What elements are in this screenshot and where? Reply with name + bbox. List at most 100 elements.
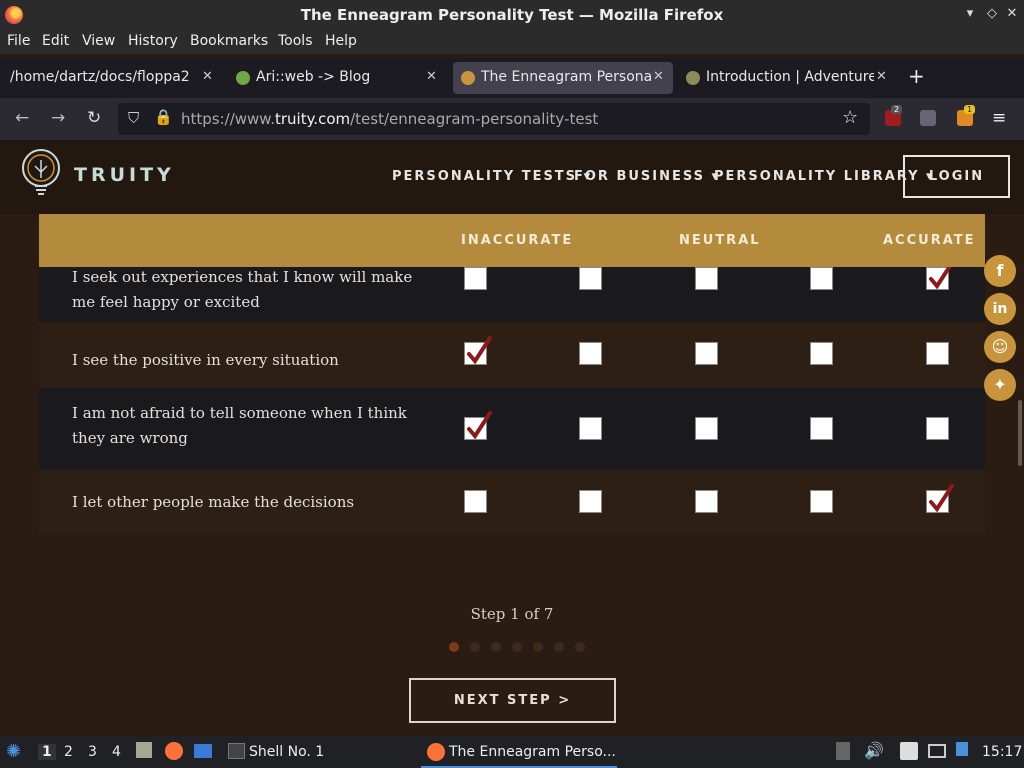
answer-checkbox[interactable] <box>579 417 602 440</box>
ari-favicon-icon <box>236 71 250 85</box>
checkmark-icon <box>467 411 492 440</box>
checkmark-icon <box>467 336 492 365</box>
minimize-icon[interactable]: ▾ <box>962 6 978 21</box>
clipboard-icon[interactable] <box>836 742 850 760</box>
question-text: I seek out experiences that I know will … <box>72 268 413 311</box>
scale-accurate: ACCURATE <box>883 233 976 248</box>
url-text[interactable]: https://www.truity.com/test/enneagram-pe… <box>181 110 598 128</box>
answer-checkbox[interactable] <box>926 484 954 513</box>
workspace-1[interactable]: 1 <box>38 744 56 760</box>
step-dot <box>491 642 501 652</box>
answer-checkbox[interactable] <box>579 490 602 513</box>
extension-badge: 1 <box>964 105 976 114</box>
workspace-3[interactable]: 3 <box>88 744 97 760</box>
answer-checkbox[interactable] <box>810 342 833 365</box>
tab-label: Ari::web -> Blog <box>256 69 371 85</box>
answer-checkbox[interactable] <box>926 261 954 290</box>
checkmark-icon <box>929 484 954 513</box>
brand-name[interactable]: TRUITY <box>74 164 175 186</box>
answer-checkbox[interactable] <box>926 342 949 365</box>
facebook-share-icon[interactable]: f <box>984 255 1016 287</box>
volume-icon[interactable]: 🔊 <box>864 741 884 760</box>
menu-history[interactable]: History <box>128 33 178 49</box>
tab-floppa[interactable]: /home/dartz/docs/floppa21.h ✕ <box>4 62 222 94</box>
privacy-glasses-icon[interactable] <box>920 110 936 126</box>
answer-checkbox[interactable] <box>695 267 718 290</box>
url-domain: truity.com <box>274 110 351 128</box>
tab-ari-blog[interactable]: Ari::web -> Blog ✕ <box>228 62 446 94</box>
login-button[interactable]: LOGIN <box>903 155 1010 198</box>
close-tab-icon[interactable]: ✕ <box>653 69 664 84</box>
question-text: I let other people make the decisions <box>72 493 355 511</box>
bookmark-star-icon[interactable]: ☆ <box>842 107 858 128</box>
menu-view[interactable]: View <box>82 33 115 49</box>
desktop-icon[interactable] <box>194 744 212 758</box>
twitter-share-icon[interactable]: ✦ <box>984 369 1016 401</box>
nav-for-business[interactable]: FOR BUSINESS ▾ <box>574 169 720 184</box>
answer-checkbox[interactable] <box>695 490 718 513</box>
answer-checkbox[interactable] <box>579 267 602 290</box>
maximize-icon[interactable]: ◇ <box>984 6 1000 21</box>
question-row: I am not afraid to tell someone when I t… <box>39 388 985 470</box>
page-scrollbar[interactable] <box>1018 400 1022 466</box>
start-menu-icon[interactable]: ✺ <box>6 741 21 762</box>
url-prefix: https://www. <box>181 110 275 128</box>
nav-personality-tests[interactable]: PERSONALITY TESTS ▾ <box>392 169 592 184</box>
answer-checkbox[interactable] <box>810 417 833 440</box>
question-row: I let other people make the decisions <box>39 470 985 532</box>
menu-tools[interactable]: Tools <box>278 33 313 49</box>
step-dot <box>554 642 564 652</box>
nav-personality-library[interactable]: PERSONALITY LIBRARY ▾ <box>714 169 935 184</box>
close-tab-icon[interactable]: ✕ <box>426 69 437 84</box>
tab-label: The Enneagram Personal <box>481 69 651 85</box>
scale-header: INACCURATE NEUTRAL ACCURATE <box>39 214 985 267</box>
new-tab-icon[interactable]: + <box>908 64 925 88</box>
task-firefox[interactable]: The Enneagram Perso... <box>421 738 617 768</box>
answer-checkbox[interactable] <box>579 342 602 365</box>
scale-inaccurate: INACCURATE <box>461 233 574 248</box>
answer-checkbox[interactable] <box>464 267 487 290</box>
task-shell[interactable]: Shell No. 1 <box>249 744 324 760</box>
menu-bookmarks[interactable]: Bookmarks <box>190 33 268 49</box>
network-icon[interactable] <box>928 744 946 758</box>
back-icon[interactable]: ← <box>15 108 29 128</box>
workspace-4[interactable]: 4 <box>112 744 121 760</box>
menu-edit[interactable]: Edit <box>42 33 69 49</box>
workspace-2[interactable]: 2 <box>64 744 73 760</box>
linkedin-share-icon[interactable]: in <box>984 293 1016 325</box>
lock-icon[interactable]: 🔒 <box>154 108 173 126</box>
reload-icon[interactable]: ↻ <box>87 108 101 128</box>
notes-icon[interactable] <box>900 742 918 760</box>
answer-checkbox[interactable] <box>464 411 492 440</box>
close-tab-icon[interactable]: ✕ <box>876 69 887 84</box>
hamburger-menu-icon[interactable]: ≡ <box>992 108 1006 128</box>
close-tab-icon[interactable]: ✕ <box>202 69 213 84</box>
answer-checkbox[interactable] <box>810 490 833 513</box>
answer-checkbox[interactable] <box>695 342 718 365</box>
navigation-bar: ← → ↻ ⛉ 🔒 https://www.truity.com/test/en… <box>0 98 1024 140</box>
answer-checkbox[interactable] <box>695 417 718 440</box>
forward-icon[interactable]: → <box>51 108 65 128</box>
step-dot <box>449 642 459 652</box>
close-window-icon[interactable]: ✕ <box>1004 6 1020 21</box>
truity-lightbulb-logo-icon[interactable] <box>20 148 62 200</box>
answer-checkbox[interactable] <box>464 336 492 365</box>
tab-introduction[interactable]: Introduction | Adventure ✕ <box>680 62 898 94</box>
answer-checkbox[interactable] <box>464 490 487 513</box>
truity-favicon-icon <box>461 71 475 85</box>
next-step-button[interactable]: NEXT STEP > <box>409 678 616 723</box>
url-bar[interactable]: ⛉ 🔒 https://www.truity.com/test/enneagra… <box>118 103 870 135</box>
shield-icon[interactable]: ⛉ <box>128 109 139 127</box>
firefox-taskbar-icon[interactable] <box>165 742 183 760</box>
menu-file[interactable]: File <box>7 33 30 49</box>
answer-checkbox[interactable] <box>926 417 949 440</box>
bluetooth-icon[interactable] <box>956 742 968 756</box>
question-row: I see the positive in every situation <box>39 322 985 388</box>
reddit-share-icon[interactable]: ☺ <box>984 331 1016 363</box>
answer-checkbox[interactable] <box>810 267 833 290</box>
tab-enneagram[interactable]: The Enneagram Personal ✕ <box>453 62 673 94</box>
step-dot <box>575 642 585 652</box>
step-dot <box>470 642 480 652</box>
file-manager-icon[interactable] <box>136 742 152 758</box>
menu-help[interactable]: Help <box>325 33 357 49</box>
